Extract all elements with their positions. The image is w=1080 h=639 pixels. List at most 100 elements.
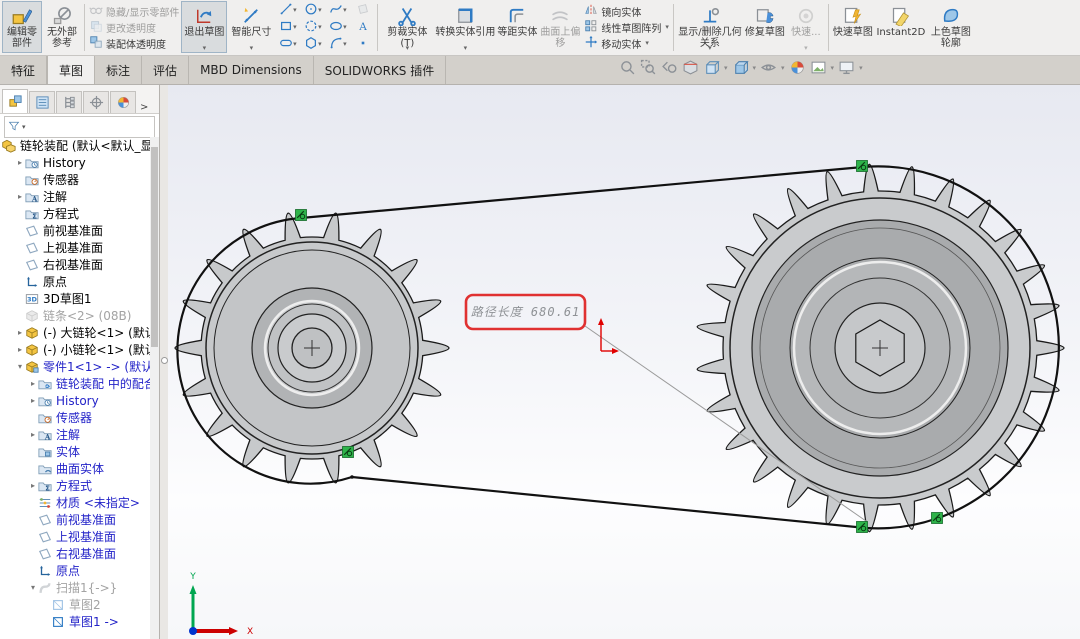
dropdown-arrow-icon[interactable]: ▾ xyxy=(343,23,347,31)
tree-item-注解[interactable]: ▸A注解 xyxy=(0,188,152,205)
previous-view-icon[interactable] xyxy=(660,58,679,77)
tangent-relation-icon[interactable] xyxy=(932,513,943,524)
tree-item-history[interactable]: ▸History xyxy=(0,154,152,171)
tree-item--大链轮-1-默认-默[interactable]: ▸(-) 大链轮<1> (默认<默 xyxy=(0,324,152,341)
tab-mbd-dimensions[interactable]: MBD Dimensions xyxy=(189,56,314,84)
rapid-button[interactable]: 快速...▾ xyxy=(786,1,826,53)
tree-expander-icon[interactable]: ▾ xyxy=(15,362,25,371)
tree-item-曲面实体[interactable]: 曲面实体 xyxy=(0,460,152,477)
tangent-relation-icon[interactable] xyxy=(296,210,307,221)
tree-item-上视基准面[interactable]: 上视基准面 xyxy=(0,528,152,545)
change-transparency-button[interactable]: 更改透明度 xyxy=(87,19,181,35)
tree-expander-icon[interactable]: ▸ xyxy=(28,430,38,439)
tree-expander-icon[interactable]: ▸ xyxy=(28,379,38,388)
view-settings-icon[interactable] xyxy=(837,58,856,77)
tab-markup[interactable]: 标注 xyxy=(95,56,142,84)
exit-sketch-button[interactable]: 退出草图▾ xyxy=(181,1,227,53)
zoom-to-area-icon[interactable] xyxy=(639,58,658,77)
tree-item-链轮装配-默认-默认_显示[interactable]: 链轮装配 (默认<默认_显示 xyxy=(0,137,152,154)
tree-scrollbar[interactable] xyxy=(150,137,159,639)
smart-dimension-button[interactable]: 智能尺寸▾ xyxy=(227,1,275,53)
featuremanager-tab[interactable] xyxy=(2,89,28,113)
dropdown-arrow-icon[interactable]: ▾ xyxy=(343,40,347,48)
propertymanager-tab[interactable] xyxy=(29,91,55,113)
tree-item-注解[interactable]: ▸A注解 xyxy=(0,426,152,443)
tree-item-零件1-1-默认-默[interactable]: ▾零件1<1> -> (默认<<默 xyxy=(0,358,152,375)
tangent-relation-icon[interactable] xyxy=(857,522,868,533)
tree-expander-icon[interactable]: ▸ xyxy=(28,396,38,405)
rapid-sketch-button[interactable]: 快速草图 xyxy=(831,1,875,53)
tree-item-3d草图1[interactable]: 3D3D草图1 xyxy=(0,290,152,307)
dropdown-arrow-icon[interactable]: ▾ xyxy=(781,64,785,72)
filter-dropdown-arrow-icon[interactable]: ▾ xyxy=(22,123,26,131)
dropdown-arrow-icon[interactable]: ▾ xyxy=(293,40,297,48)
tree-expander-icon[interactable]: ▸ xyxy=(15,192,25,201)
perimeter-circle-tool-button[interactable]: ▾ xyxy=(300,19,325,36)
tree-item-链轮装配-中的配合[interactable]: ▸链轮装配 中的配合 xyxy=(0,375,152,392)
tree-item--小链轮-1-默认-默[interactable]: ▸(-) 小链轮<1> (默认<默 xyxy=(0,341,152,358)
dropdown-arrow-icon[interactable]: ▾ xyxy=(318,6,322,14)
mirror-entities-button[interactable]: 镜向实体 xyxy=(582,3,671,19)
path-length-dimension[interactable]: 路径长度 680.61 xyxy=(466,295,585,329)
move-entities-button[interactable]: 移动实体▾ xyxy=(582,35,671,51)
small-sprocket[interactable] xyxy=(175,213,449,483)
large-sprocket[interactable] xyxy=(697,164,1064,531)
ellipse-tool-button[interactable]: ▾ xyxy=(325,19,350,36)
dropdown-arrow-icon[interactable]: ▾ xyxy=(203,44,207,52)
dropdown-arrow-icon[interactable]: ▾ xyxy=(645,39,649,47)
sketch-point[interactable] xyxy=(350,475,354,479)
tree-item-链条-2-08b-[interactable]: 链条<2> (08B) xyxy=(0,307,152,324)
tree-item-材质-未指定-[interactable]: 材质 <未指定> xyxy=(0,494,152,511)
dropdown-arrow-icon[interactable]: ▾ xyxy=(250,44,254,52)
dropdown-arrow-icon[interactable]: ▾ xyxy=(708,44,712,52)
tree-item-history[interactable]: ▸History xyxy=(0,392,152,409)
instant2d-button[interactable]: Instant2D xyxy=(875,1,927,53)
dropdown-arrow-icon[interactable]: ▾ xyxy=(406,44,410,52)
tab-features[interactable]: 特征 xyxy=(0,56,47,84)
apply-scene-icon[interactable] xyxy=(809,58,828,77)
tree-item-实体[interactable]: 实体 xyxy=(0,443,152,460)
dropdown-arrow-icon[interactable]: ▾ xyxy=(293,23,297,31)
slot-tool-button[interactable]: ▾ xyxy=(275,36,300,53)
linear-sketch-pattern-button[interactable]: 线性草图阵列▾ xyxy=(582,19,671,35)
dropdown-arrow-icon[interactable]: ▾ xyxy=(804,44,808,52)
dropdown-arrow-icon[interactable]: ▾ xyxy=(665,23,669,31)
display-delete-relations-button[interactable]: 显示/删除几何关系▾ xyxy=(676,1,744,53)
edit-appearance-icon[interactable] xyxy=(788,58,807,77)
dropdown-arrow-icon[interactable]: ▾ xyxy=(318,40,322,48)
tree-item-草图2[interactable]: 草图2 xyxy=(0,596,152,613)
tangent-relation-icon[interactable] xyxy=(857,161,868,172)
repair-sketch-button[interactable]: 修复草图 xyxy=(744,1,786,53)
tree-expander-icon[interactable]: ▸ xyxy=(15,345,25,354)
tree-item-原点[interactable]: 原点 xyxy=(0,273,152,290)
dropdown-arrow-icon[interactable]: ▾ xyxy=(831,64,835,72)
tree-item-上视基准面[interactable]: 上视基准面 xyxy=(0,239,152,256)
dropdown-arrow-icon[interactable]: ▾ xyxy=(724,64,728,72)
tree-item-草图1-[interactable]: 草图1 -> xyxy=(0,613,152,630)
hide-show-items-icon[interactable] xyxy=(759,58,778,77)
hide-show-components-button[interactable]: 隐藏/显示零部件 xyxy=(87,3,181,19)
dropdown-arrow-icon[interactable]: ▾ xyxy=(859,64,863,72)
trim-entities-button[interactable]: 剪裁实体(T)▾ xyxy=(380,1,434,53)
tree-item-方程式[interactable]: Σ方程式 xyxy=(0,205,152,222)
configurationmanager-tab[interactable] xyxy=(56,91,82,113)
graphics-area[interactable]: 路径长度 680.61YX xyxy=(168,85,1080,639)
tree-filter-input[interactable]: ▾ xyxy=(4,116,155,138)
tree-item-前视基准面[interactable]: 前视基准面 xyxy=(0,222,152,239)
dropdown-arrow-icon[interactable]: ▾ xyxy=(464,44,468,52)
dimxpertmanager-tab[interactable] xyxy=(83,91,109,113)
tree-expander-icon[interactable]: ▸ xyxy=(28,481,38,490)
sketch-origin[interactable] xyxy=(598,318,619,354)
tree-item-方程式[interactable]: ▸Σ方程式 xyxy=(0,477,152,494)
dropdown-arrow-icon[interactable]: ▾ xyxy=(293,6,297,14)
tab-solidworks-addins[interactable]: SOLIDWORKS 插件 xyxy=(314,56,446,84)
text-tool-button[interactable]: A xyxy=(350,19,375,36)
tree-expander-icon[interactable]: ▸ xyxy=(15,328,25,337)
plane-tool-button[interactable] xyxy=(350,2,375,19)
displaymanager-tab[interactable] xyxy=(110,91,136,113)
zoom-to-fit-icon[interactable] xyxy=(618,58,637,77)
assembly-transparency-button[interactable]: 装配体透明度 xyxy=(87,35,181,51)
polygon-tool-button[interactable]: ▾ xyxy=(300,36,325,53)
tree-expander-icon[interactable]: ▾ xyxy=(28,583,38,592)
tree-expander-icon[interactable]: ▸ xyxy=(15,158,25,167)
